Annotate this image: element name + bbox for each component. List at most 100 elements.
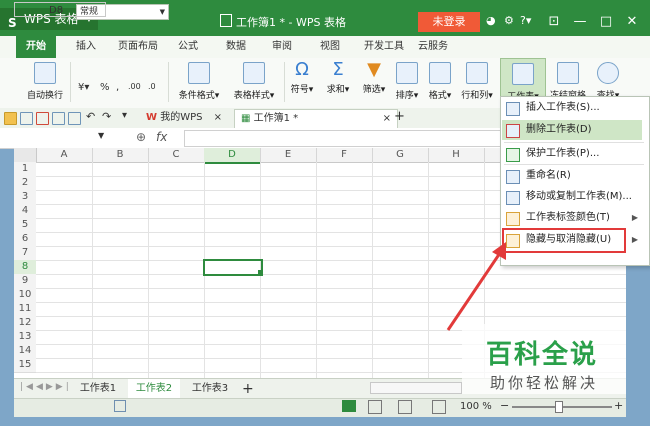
sigma-icon: Σ	[332, 59, 344, 80]
column-header-selected[interactable]: D	[204, 148, 261, 164]
row-header[interactable]: 11	[14, 302, 36, 317]
tab-developer[interactable]: 开发工具	[364, 36, 404, 58]
fx-button[interactable]: fx	[156, 130, 167, 144]
sheet-tab[interactable]: 工作表3	[184, 379, 236, 399]
settings-icon[interactable]: ⚙	[504, 14, 514, 27]
row-header[interactable]: 4	[14, 204, 36, 219]
skin-icon[interactable]: ◕	[486, 14, 496, 27]
sort-button[interactable]: 排序▾	[392, 62, 422, 101]
column-header[interactable]: E	[260, 148, 317, 162]
divider	[284, 62, 285, 102]
horizontal-scrollbar[interactable]	[370, 382, 462, 394]
format-button[interactable]: 格式▾	[424, 62, 456, 101]
zoom-in-button[interactable]: +	[614, 399, 623, 412]
page-break-view-icon[interactable]	[398, 400, 412, 414]
row-header[interactable]: 12	[14, 316, 36, 331]
open-folder-icon[interactable]	[4, 112, 17, 125]
close-button[interactable]: ✕	[618, 12, 646, 32]
column-header[interactable]: C	[148, 148, 205, 162]
sheet-nav-arrows-icon[interactable]: |◀◀▶▶|	[20, 382, 72, 392]
login-button[interactable]: 未登录	[418, 12, 480, 32]
zoom-level[interactable]: 100 %	[460, 401, 492, 412]
row-column-button[interactable]: 行和列▾	[458, 62, 496, 101]
comma-style-icon[interactable]: ,	[116, 82, 119, 93]
export-pdf-icon[interactable]	[36, 112, 49, 125]
row-header[interactable]: 7	[14, 246, 36, 261]
row-header-selected[interactable]: 8	[14, 260, 36, 275]
increase-decimal-button[interactable]: .00	[128, 82, 141, 91]
my-wps-tab[interactable]: W 我的WPS ×	[140, 109, 228, 127]
grid-line	[36, 316, 626, 317]
zoom-slider-handle[interactable]	[555, 401, 563, 413]
minimize-to-tray-button[interactable]: ⊡	[540, 12, 568, 32]
customize-toolbar-icon[interactable]: ▾	[122, 110, 127, 121]
row-header[interactable]: 6	[14, 232, 36, 247]
row-header[interactable]: 1	[14, 162, 36, 177]
calendar-icon[interactable]	[114, 400, 126, 412]
save-icon[interactable]	[20, 112, 33, 125]
column-header[interactable]: A	[36, 148, 93, 162]
row-header[interactable]: 5	[14, 218, 36, 233]
undo-icon[interactable]: ↶	[86, 110, 95, 123]
table-style-button[interactable]: 表格样式▾	[228, 62, 280, 101]
chevron-down-icon[interactable]: ▼	[98, 131, 104, 140]
zoom-out-button[interactable]: −	[500, 399, 509, 412]
row-header[interactable]: 2	[14, 176, 36, 191]
help-button[interactable]: ?▾	[520, 14, 531, 27]
decrease-decimal-button[interactable]: .0	[148, 82, 156, 91]
print-icon[interactable]	[52, 112, 65, 125]
menu-item-insert-sheet[interactable]: 插入工作表(S)...	[502, 98, 642, 118]
sheet-tab[interactable]: 工作表1	[72, 379, 124, 399]
menu-item-tab-color[interactable]: 工作表标签颜色(T) ▶	[502, 208, 642, 228]
zoom-icon[interactable]: ⊕	[136, 130, 146, 144]
select-all-corner[interactable]	[14, 148, 37, 162]
column-header[interactable]: G	[372, 148, 429, 162]
minimize-button[interactable]: —	[566, 12, 594, 32]
name-box[interactable]: D8	[14, 2, 106, 17]
column-header[interactable]: F	[316, 148, 373, 162]
close-tab-icon[interactable]: ×	[214, 112, 222, 123]
print-preview-icon[interactable]	[68, 112, 81, 125]
sum-button[interactable]: Σ 求和▾	[322, 58, 354, 95]
menu-item-protect-sheet[interactable]: 保护工作表(P)...	[502, 144, 642, 164]
row-header[interactable]: 10	[14, 288, 36, 303]
tab-page-layout[interactable]: 页面布局	[118, 36, 158, 58]
column-header[interactable]: H	[428, 148, 485, 162]
sheet-tab-active[interactable]: 工作表2	[128, 379, 180, 399]
tab-cloud-service[interactable]: 云服务	[418, 36, 448, 58]
row-header[interactable]: 15	[14, 358, 36, 373]
menu-item-rename[interactable]: 重命名(R)	[502, 166, 642, 186]
selected-cell[interactable]	[203, 259, 263, 276]
filter-button[interactable]: ▼ 筛选▾	[358, 58, 390, 95]
document-tab[interactable]: ▦ 工作簿1 * ×	[234, 109, 398, 128]
menu-item-delete-sheet[interactable]: 删除工作表(D)	[502, 120, 642, 140]
page-layout-view-icon[interactable]	[368, 400, 382, 414]
reading-mode-icon[interactable]	[432, 400, 446, 414]
row-header[interactable]: 9	[14, 274, 36, 289]
auto-wrap-button[interactable]: 自动换行	[22, 62, 68, 101]
add-sheet-button[interactable]: +	[242, 379, 254, 399]
tab-view[interactable]: 视图	[320, 36, 340, 58]
symbol-button[interactable]: Ω 符号▾	[288, 58, 316, 95]
tab-formulas[interactable]: 公式	[178, 36, 198, 58]
grid-line	[428, 162, 429, 378]
conditional-format-button[interactable]: 条件格式▾	[174, 62, 224, 101]
normal-view-icon[interactable]	[342, 400, 356, 412]
menu-item-move-copy[interactable]: 移动或复制工作表(M)...	[502, 187, 642, 207]
tab-review[interactable]: 审阅	[272, 36, 292, 58]
tab-home[interactable]: 开始	[16, 36, 56, 58]
formula-input[interactable]	[184, 130, 506, 147]
column-header[interactable]: B	[92, 148, 149, 162]
currency-icon[interactable]: ¥▾	[78, 82, 89, 93]
row-header[interactable]: 14	[14, 344, 36, 359]
percent-button[interactable]: %	[100, 82, 110, 93]
new-tab-button[interactable]: +	[394, 109, 405, 124]
fill-handle[interactable]	[258, 270, 262, 274]
redo-icon[interactable]: ↷	[102, 110, 111, 123]
tab-data[interactable]: 数据	[226, 36, 246, 58]
row-header[interactable]: 13	[14, 330, 36, 345]
tab-insert[interactable]: 插入	[76, 36, 96, 58]
maximize-button[interactable]: □	[592, 12, 620, 32]
close-tab-icon[interactable]: ×	[383, 110, 391, 128]
row-header[interactable]: 3	[14, 190, 36, 205]
